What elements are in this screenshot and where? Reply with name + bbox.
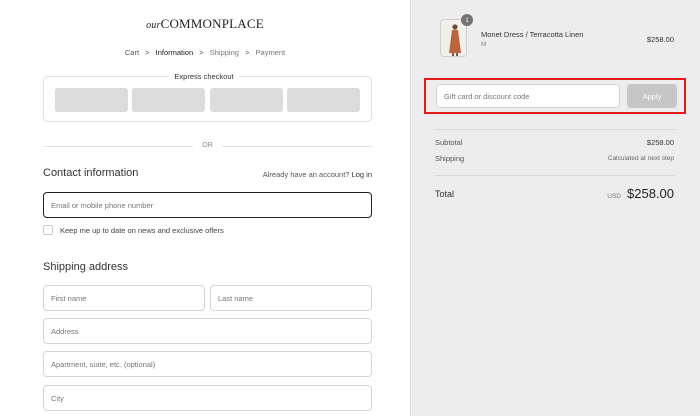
discount-placeholder: Gift card or discount code: [444, 91, 530, 101]
chevron-right-icon: >: [199, 48, 204, 57]
total-label: Total: [435, 189, 455, 199]
brand-logo[interactable]: ourCOMMONPLACE: [0, 16, 410, 32]
product-variant: M: [481, 41, 487, 48]
login-link[interactable]: Log in: [352, 170, 372, 179]
currency-code: USD: [607, 193, 621, 200]
shipping-value: Calculated at next step: [607, 155, 674, 162]
chevron-right-icon: >: [245, 48, 250, 57]
newsletter-checkbox[interactable]: [43, 225, 53, 235]
discount-code-input[interactable]: Gift card or discount code: [436, 84, 620, 108]
breadcrumb-shipping: Shipping: [209, 48, 239, 57]
address-field[interactable]: Address: [43, 318, 372, 344]
last-name-field[interactable]: Last name: [210, 285, 372, 311]
express-pay-button-4[interactable]: [287, 88, 360, 112]
apartment-placeholder: Apartment, suite, etc. (optional): [51, 359, 156, 369]
newsletter-option[interactable]: Keep me up to date on news and exclusive…: [43, 225, 224, 235]
express-checkout-title: Express checkout: [168, 72, 240, 81]
email-field[interactable]: Email or mobile phone number: [43, 192, 372, 218]
or-divider: OR: [43, 141, 372, 151]
email-placeholder: Email or mobile phone number: [51, 200, 154, 210]
summary-divider: [435, 129, 675, 130]
last-name-placeholder: Last name: [218, 293, 254, 303]
breadcrumb-cart[interactable]: Cart: [125, 48, 139, 57]
total-value: $258.00: [627, 186, 674, 201]
checkout-main: ourCOMMONPLACE Cart > Information > Ship…: [0, 0, 410, 416]
city-field[interactable]: City: [43, 385, 372, 411]
quantity-badge: 1: [461, 14, 473, 26]
chevron-right-icon: >: [145, 48, 150, 57]
breadcrumb: Cart > Information > Shipping > Payment: [0, 48, 410, 57]
login-prompt: Already have an account? Log in: [263, 170, 372, 179]
brand-logo-script: our: [146, 20, 161, 31]
account-prompt-text: Already have an account?: [262, 170, 350, 179]
express-pay-button-2[interactable]: [132, 88, 205, 112]
breadcrumb-information: Information: [155, 48, 194, 57]
total-divider: [435, 175, 675, 176]
total-amount: USD $258.00: [607, 186, 674, 201]
apply-button[interactable]: Apply: [627, 84, 677, 108]
express-checkout-section: Express checkout: [43, 72, 372, 122]
first-name-field[interactable]: First name: [43, 285, 205, 311]
breadcrumb-payment: Payment: [255, 48, 286, 57]
subtotal-value: $258.00: [646, 138, 674, 147]
or-text: OR: [202, 142, 213, 149]
city-placeholder: City: [51, 393, 64, 403]
first-name-placeholder: First name: [51, 293, 87, 303]
express-pay-button-3[interactable]: [210, 88, 283, 112]
address-placeholder: Address: [51, 326, 79, 336]
product-name: Monet Dress / Terracotta Linen: [481, 30, 584, 39]
newsletter-label: Keep me up to date on news and exclusive…: [60, 225, 224, 235]
apartment-field[interactable]: Apartment, suite, etc. (optional): [43, 351, 372, 377]
contact-heading: Contact information: [43, 167, 139, 179]
brand-logo-name: COMMONPLACE: [160, 16, 264, 31]
discount-section-highlight: Gift card or discount code Apply: [424, 78, 686, 114]
dress-image-icon: [441, 20, 466, 56]
product-price: $258.00: [646, 35, 674, 44]
subtotal-label: Subtotal: [435, 138, 463, 147]
shipping-label: Shipping: [435, 154, 465, 163]
express-pay-button-1[interactable]: [55, 88, 128, 112]
order-summary: 1 Monet Dress / Terracotta Linen M $258.…: [410, 0, 700, 416]
shipping-heading: Shipping address: [43, 261, 129, 273]
